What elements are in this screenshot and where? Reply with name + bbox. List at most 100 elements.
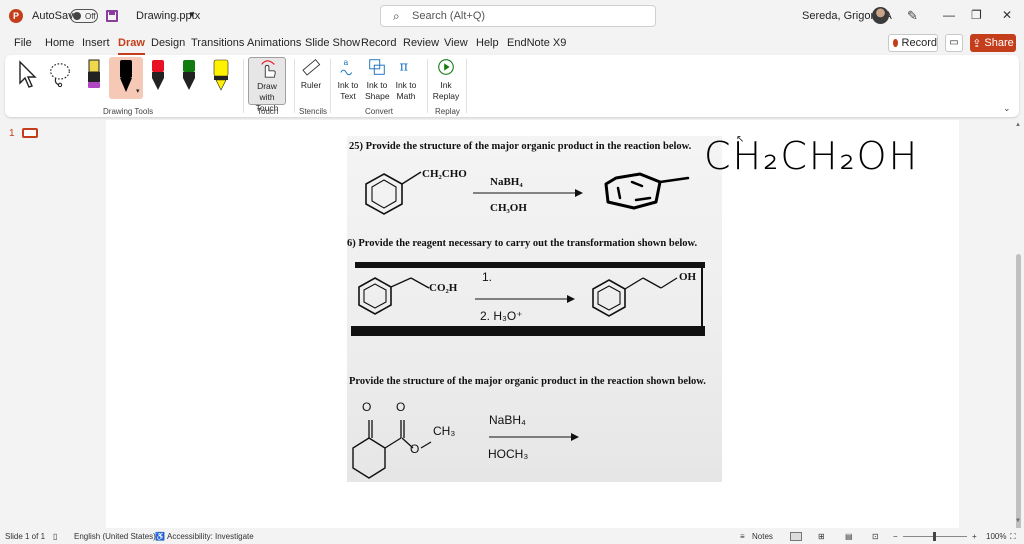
q27-ketone-o: O: [362, 400, 372, 414]
pi-icon: π: [400, 59, 408, 74]
tab-review[interactable]: Review: [403, 37, 439, 49]
menu-bar: File Home Insert Draw Design Transitions…: [0, 34, 1024, 55]
ink-replay-label: Ink Replay: [432, 80, 460, 101]
group-label-drawing-tools: Drawing Tools: [103, 107, 154, 116]
pen-red-button[interactable]: [147, 58, 169, 98]
record-button[interactable]: Record: [888, 34, 938, 52]
q25-solvent: CH₃OH: [490, 202, 527, 214]
q27-carbonyl-o: O: [396, 400, 406, 414]
tab-help[interactable]: Help: [476, 37, 499, 49]
slideshow-icon[interactable]: ⊡: [872, 532, 879, 541]
svg-text:a: a: [343, 57, 348, 67]
group-label-convert: Convert: [365, 107, 394, 116]
lasso-select-button[interactable]: [49, 59, 71, 99]
vertical-scrollbar[interactable]: ▲ ▼: [1013, 120, 1024, 530]
scrollbar-thumb[interactable]: [1016, 254, 1021, 530]
autosave-toggle[interactable]: Off: [70, 9, 98, 23]
zoom-in-button[interactable]: +: [972, 532, 977, 541]
powerpoint-logo-icon: P: [9, 9, 23, 23]
reading-view-icon[interactable]: ▤: [845, 532, 853, 541]
tab-draw[interactable]: Draw: [118, 37, 145, 55]
tab-transitions[interactable]: Transitions: [191, 37, 244, 49]
chevron-down-icon[interactable]: ▾: [136, 87, 140, 95]
share-button[interactable]: ⇪ Share: [970, 34, 1016, 52]
slide-canvas[interactable]: 25) Provide the structure of the major o…: [106, 120, 959, 528]
search-icon: ⌕: [393, 9, 400, 23]
save-icon[interactable]: [106, 10, 118, 22]
ribbon-draw: ▾ Drawing Tools Draw with Touch Touch Ru…: [5, 55, 1019, 117]
minimize-button[interactable]: —: [943, 8, 955, 22]
ink-to-text-button[interactable]: a Ink to Text: [336, 57, 360, 103]
scroll-down-icon[interactable]: ▼: [1015, 518, 1021, 524]
q26-substituent: CO₂H: [429, 282, 458, 294]
q26-product-group: OH: [679, 271, 697, 283]
search-input[interactable]: ⌕ Search (Alt+Q): [380, 5, 656, 27]
fit-slide-icon[interactable]: ⛶: [1010, 532, 1016, 542]
tab-view[interactable]: View: [444, 37, 468, 49]
q25-reagent: NaBH₄: [490, 176, 523, 188]
spellcheck-icon[interactable]: ▯: [53, 532, 57, 541]
replay-icon: [438, 59, 454, 75]
reaction-arrow-icon: [475, 295, 575, 303]
highlighter-purple-button[interactable]: [83, 58, 105, 98]
status-bar: Slide 1 of 1 ▯ English (United States) ♿…: [0, 528, 1024, 544]
slide-thumbnail[interactable]: [22, 128, 38, 138]
divider: [427, 59, 428, 113]
comments-button[interactable]: ▭: [945, 34, 963, 52]
pen-black-button[interactable]: ▾: [109, 57, 143, 99]
pen-icon[interactable]: ✎: [907, 8, 918, 24]
title-bar: P AutoSave Off Drawing.pptx ▼ ⌕ Search (…: [0, 0, 1024, 32]
group-label-touch: Touch: [257, 107, 279, 116]
q26-step1: 1.: [482, 270, 493, 284]
highlighter-icon: [88, 59, 100, 88]
tab-file[interactable]: File: [14, 37, 32, 49]
normal-view-icon[interactable]: [790, 532, 802, 541]
highlighter-yellow-icon: [213, 59, 229, 91]
slide-sorter-icon[interactable]: ⊞: [818, 532, 825, 541]
tab-slide-show[interactable]: Slide Show: [305, 37, 360, 49]
q27-reagent: NaBH₄: [489, 413, 526, 427]
tab-home[interactable]: Home: [45, 37, 74, 49]
restore-button[interactable]: ❐: [971, 8, 982, 22]
group-label-replay: Replay: [435, 107, 460, 116]
notes-icon[interactable]: ≡: [740, 532, 745, 541]
close-button[interactable]: ✕: [1002, 8, 1012, 22]
select-tool-button[interactable]: [17, 59, 39, 99]
accessibility-icon[interactable]: ♿: [155, 532, 165, 541]
svg-text:π: π: [400, 59, 408, 74]
collapse-ribbon-icon[interactable]: ⌄: [1003, 103, 1011, 114]
chevron-down-icon[interactable]: ▼: [188, 10, 196, 19]
ink-to-shape-icon: [369, 59, 385, 75]
zoom-level[interactable]: 100%: [986, 532, 1006, 541]
scroll-up-icon[interactable]: ▲: [1015, 122, 1021, 128]
language-status[interactable]: English (United States): [74, 532, 156, 541]
zoom-out-button[interactable]: −: [893, 532, 898, 541]
tab-insert[interactable]: Insert: [82, 37, 110, 49]
highlighter-yellow-button[interactable]: [210, 58, 232, 98]
pen-black-icon: [120, 60, 132, 92]
ink-to-math-label: Ink to Math: [395, 80, 417, 101]
draw-with-touch-button[interactable]: Draw with Touch: [248, 57, 286, 113]
accessibility-status[interactable]: Accessibility: Investigate: [167, 532, 254, 541]
autosave-state: Off: [85, 11, 96, 21]
ink-replay-button[interactable]: Ink Replay: [432, 57, 460, 103]
phenylacetic-acid-structure-icon: [358, 277, 430, 315]
divider: [330, 59, 331, 113]
ink-to-math-button[interactable]: π Ink to Math: [393, 57, 419, 103]
q27-methyl: CH₃: [433, 424, 456, 438]
ruler-button[interactable]: Ruler: [298, 57, 324, 103]
ink-to-shape-button[interactable]: Ink to Shape: [365, 57, 390, 103]
tab-record[interactable]: Record: [361, 37, 396, 49]
tab-endnote[interactable]: EndNote X9: [507, 37, 566, 49]
question-26: 6) Provide the reagent necessary to carr…: [347, 238, 698, 249]
tab-design[interactable]: Design: [151, 37, 185, 49]
q26-step2: 2. H₃O⁺: [480, 309, 523, 323]
slide[interactable]: 25) Provide the structure of the major o…: [106, 120, 959, 528]
divider: [466, 59, 467, 113]
divider: [294, 59, 295, 113]
pen-green-button[interactable]: [178, 58, 200, 98]
tab-animations[interactable]: Animations: [247, 37, 301, 49]
notes-button[interactable]: Notes: [752, 532, 773, 541]
avatar[interactable]: [872, 7, 889, 24]
zoom-slider-thumb[interactable]: [933, 532, 936, 541]
